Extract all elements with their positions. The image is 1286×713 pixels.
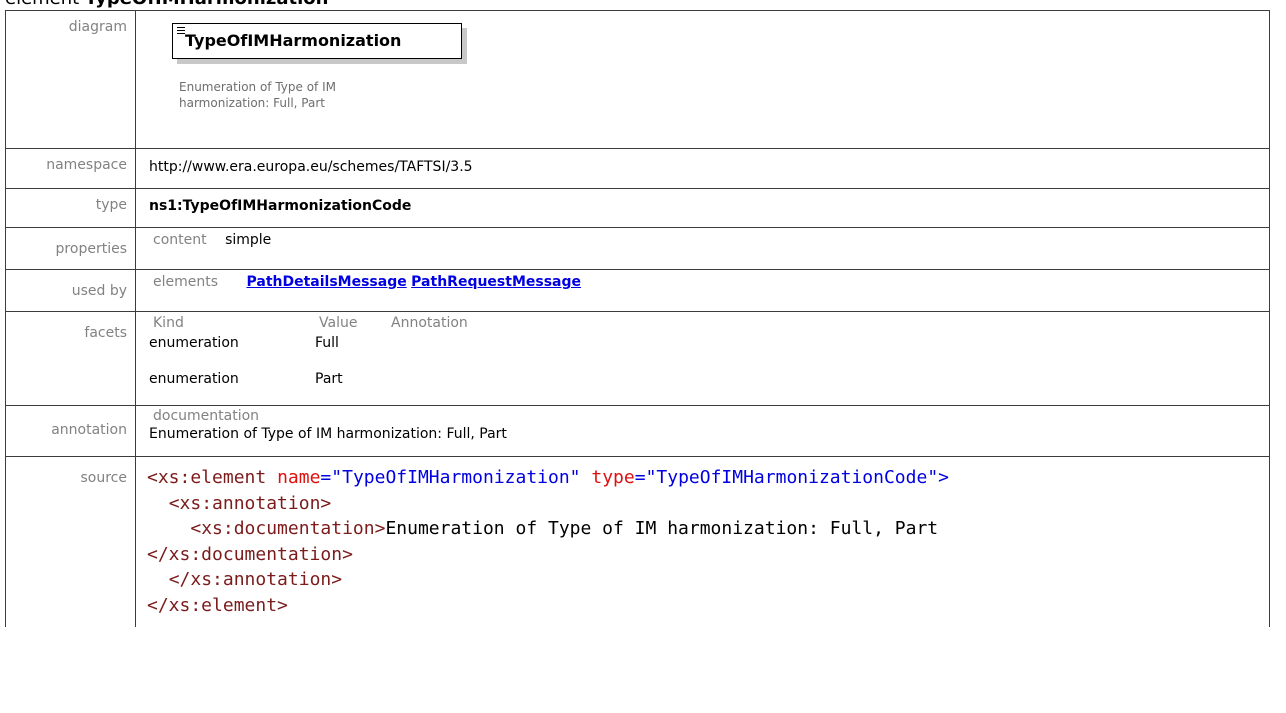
row-namespace: namespace http://www.era.europa.eu/schem… [5,148,1270,189]
facets-cell: Kind Value Annotation enumeration Full e… [135,311,1270,406]
namespace-value: http://www.era.europa.eu/schemes/TAFTSI/… [135,148,1270,189]
row-annotation: annotation documentation Enumeration of … [5,405,1270,457]
link-path-request-message[interactable]: PathRequestMessage [411,274,581,290]
row-used-by: used by elements PathDetailsMessage Path… [5,269,1270,312]
facet-row: enumeration Part [149,371,1269,395]
label-facets: facets [5,311,136,406]
element-lines-icon [177,27,185,36]
link-path-details-message[interactable]: PathDetailsMessage [246,274,406,290]
facet-value: Full [315,335,339,351]
diagram-cell: TypeOfIMHarmonization Enumeration of Typ… [135,10,1270,149]
label-type: type [5,188,136,228]
used-by-cell: elements PathDetailsMessage PathRequestM… [135,269,1270,312]
source-cell: <xs:element name="TypeOfIMHarmonization"… [135,456,1270,627]
used-by-key: elements [153,274,219,290]
element-doc-table: diagram TypeOfIMHarmonization Enumeratio… [5,10,1270,627]
facets-header-annotation: Annotation [391,315,468,331]
properties-key: content [153,232,207,248]
type-value: ns1:TypeOfIMHarmonizationCode [135,188,1270,228]
facets-header-value: Value [319,315,358,331]
annotation-key: documentation [153,408,260,424]
label-annotation: annotation [5,405,136,457]
facet-value: Part [315,371,343,387]
facet-row: enumeration Full [149,335,1269,371]
label-used-by: used by [5,269,136,312]
properties-value: simple [225,232,272,248]
label-namespace: namespace [5,148,136,189]
source-code: <xs:element name="TypeOfIMHarmonization"… [147,467,950,616]
element-diagram-name: TypeOfIMHarmonization [185,31,402,50]
page-title-prefix: element [5,0,85,9]
properties-cell: content simple [135,227,1270,270]
page-title-name: TypeOfIMHarmonization [85,0,328,9]
row-properties: properties content simple [5,227,1270,270]
row-source: source <xs:element name="TypeOfIMHarmoni… [5,456,1270,627]
annotation-text: Enumeration of Type of IM harmonization:… [149,426,507,442]
annotation-cell: documentation Enumeration of Type of IM … [135,405,1270,457]
element-diagram-box[interactable]: TypeOfIMHarmonization [172,23,462,59]
row-facets: facets Kind Value Annotation enumeration… [5,311,1270,406]
label-diagram: diagram [5,10,136,149]
facets-header: Kind Value Annotation [149,315,1269,335]
facet-kind: enumeration [149,335,239,351]
label-properties: properties [5,227,136,270]
label-source: source [5,456,136,627]
facet-kind: enumeration [149,371,239,387]
row-type: type ns1:TypeOfIMHarmonizationCode [5,188,1270,228]
row-diagram: diagram TypeOfIMHarmonization Enumeratio… [5,10,1270,149]
page-title: element TypeOfIMHarmonization [5,0,328,10]
element-diagram-note: Enumeration of Type of IM harmonization:… [179,80,336,110]
facets-header-kind: Kind [153,315,184,331]
